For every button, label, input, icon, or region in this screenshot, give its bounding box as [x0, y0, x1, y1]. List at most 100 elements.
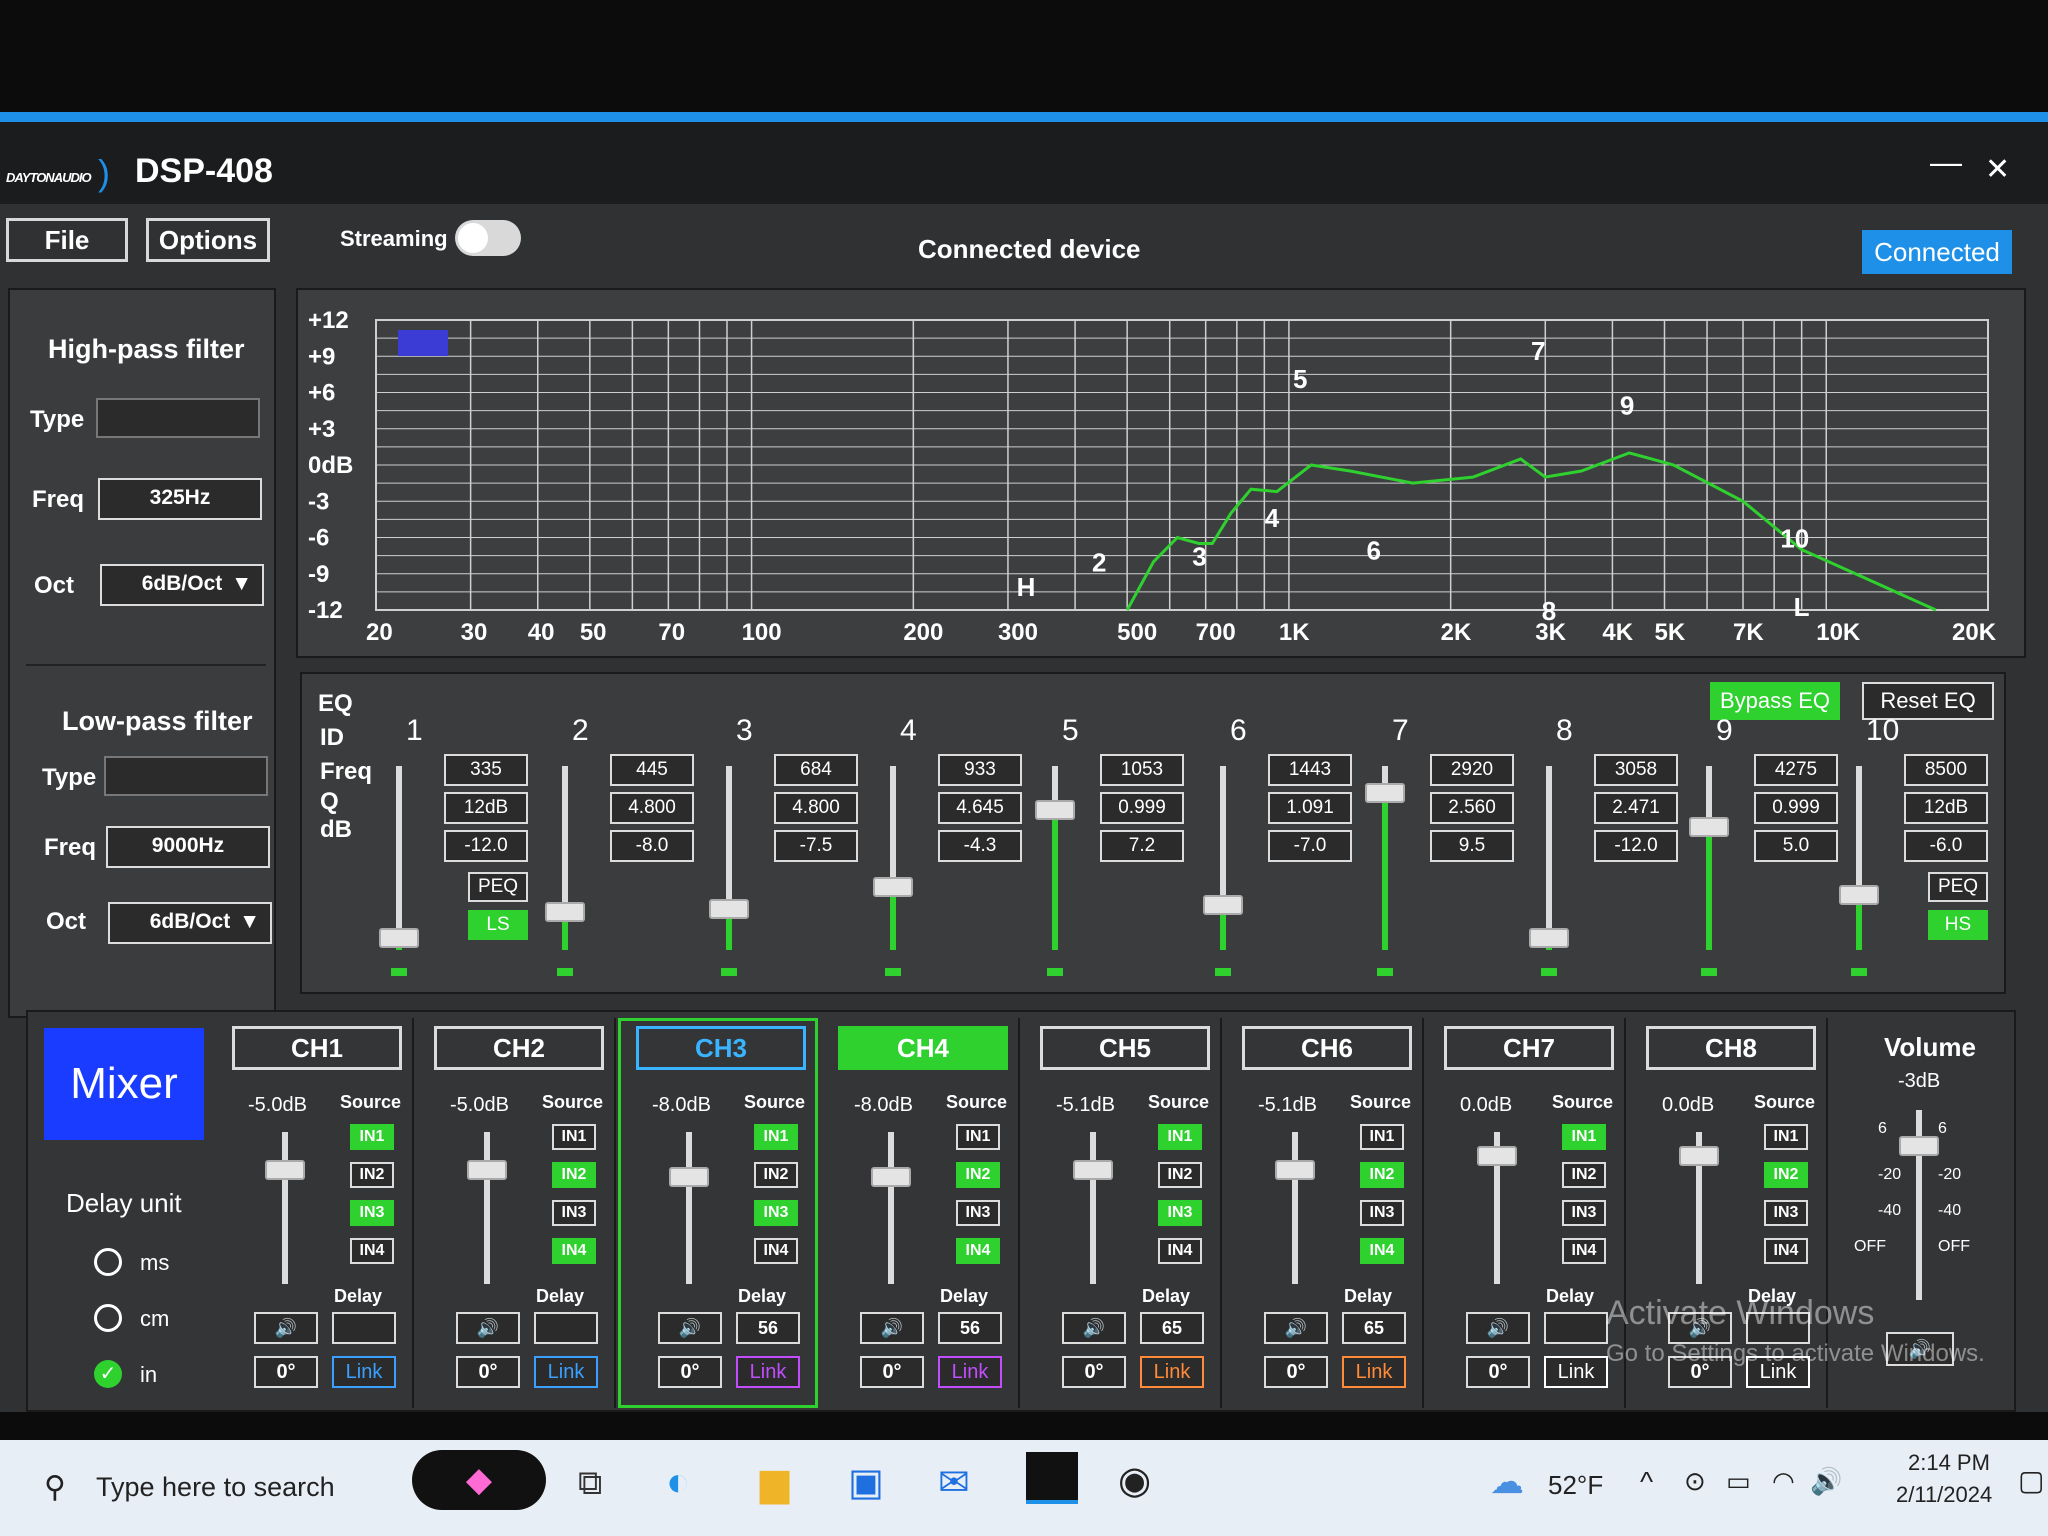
time[interactable]: 2:14 PM [1908, 1450, 1990, 1476]
channel-source-toggle[interactable]: IN1 [1360, 1124, 1404, 1150]
battery-icon[interactable]: ▭ [1726, 1466, 1751, 1497]
channel-link-button[interactable]: Link [938, 1356, 1002, 1388]
channel-phase-button[interactable]: 0° [1264, 1356, 1328, 1388]
lp-marker[interactable]: L [1794, 592, 1810, 622]
eq-band-db[interactable]: -4.3 [938, 830, 1022, 862]
taskbar-search-input[interactable]: Type here to search [96, 1472, 335, 1503]
eq-band-db[interactable]: 7.2 [1100, 830, 1184, 862]
channel-gain-slider[interactable] [669, 1167, 709, 1187]
tray-icon[interactable]: ⊙ [1684, 1466, 1706, 1497]
eq-band-db[interactable]: -12.0 [1594, 830, 1678, 862]
eq-band-freq[interactable]: 8500 [1904, 754, 1988, 786]
channel-phase-button[interactable]: 0° [456, 1356, 520, 1388]
eq-band-q[interactable]: 4.800 [610, 792, 694, 824]
eq-band-slider[interactable] [1839, 885, 1879, 905]
eq-band-freq[interactable]: 684 [774, 754, 858, 786]
channel-delay-field[interactable] [332, 1312, 396, 1344]
channel-mute-button[interactable]: 🔊 [1264, 1312, 1328, 1344]
eq-band-db[interactable]: -6.0 [1904, 830, 1988, 862]
eq-band-slider[interactable] [1529, 927, 1569, 948]
channel-title[interactable]: CH1 [232, 1026, 402, 1070]
eq-band-q[interactable]: 2.560 [1430, 792, 1514, 824]
channel-source-toggle[interactable]: IN1 [956, 1124, 1000, 1150]
eq-band-q[interactable]: 0.999 [1754, 792, 1838, 824]
channel-source-toggle[interactable]: IN4 [754, 1238, 798, 1264]
channel-source-toggle[interactable]: IN2 [1764, 1162, 1808, 1188]
eq-band-slider[interactable] [1689, 817, 1729, 837]
channel-source-toggle[interactable]: IN4 [956, 1238, 1000, 1264]
channel-source-toggle[interactable]: IN2 [1562, 1162, 1606, 1188]
file-explorer-icon[interactable]: ▆ [760, 1460, 789, 1505]
eq-band-q[interactable]: 1.091 [1268, 792, 1352, 824]
channel-title[interactable]: CH5 [1040, 1026, 1210, 1070]
options-menu-button[interactable]: Options [146, 218, 270, 262]
eq-band-freq[interactable]: 2920 [1430, 754, 1514, 786]
link-icon[interactable] [398, 330, 448, 356]
radio-button[interactable] [94, 1304, 122, 1332]
eq-band-type-button[interactable]: LS [468, 910, 528, 940]
channel-source-toggle[interactable]: IN3 [350, 1200, 394, 1226]
eq-band-q[interactable]: 12dB [444, 792, 528, 824]
mail-icon[interactable]: ✉ [938, 1460, 970, 1505]
eq-band-peq-button[interactable]: PEQ [468, 872, 528, 902]
eq-band-q[interactable]: 2.471 [1594, 792, 1678, 824]
channel-source-toggle[interactable]: IN3 [1158, 1200, 1202, 1226]
channel-source-toggle[interactable]: IN4 [552, 1238, 596, 1264]
channel-source-toggle[interactable]: IN1 [1764, 1124, 1808, 1150]
channel-title[interactable]: CH7 [1444, 1026, 1614, 1070]
eq-band-freq[interactable]: 4275 [1754, 754, 1838, 786]
channel-gain-slider[interactable] [265, 1160, 305, 1180]
band-marker[interactable]: 5 [1293, 364, 1307, 394]
hpf-freq-field[interactable]: 325Hz [98, 478, 262, 520]
eq-band-db[interactable]: 9.5 [1430, 830, 1514, 862]
channel-source-toggle[interactable]: IN2 [1360, 1162, 1404, 1188]
wifi-icon[interactable]: ◠ [1772, 1466, 1795, 1497]
eq-band-slider[interactable] [709, 898, 749, 919]
eq-band-db[interactable]: -8.0 [610, 830, 694, 862]
eq-band-slider[interactable] [1365, 783, 1405, 803]
notification-icon[interactable]: ▢ [2018, 1464, 2044, 1497]
channel-link-button[interactable]: Link [1342, 1356, 1406, 1388]
task-view-icon[interactable]: ⧉ [578, 1464, 602, 1503]
lpf-type-field[interactable] [104, 756, 268, 796]
channel-gain-slider[interactable] [467, 1160, 507, 1180]
channel-source-toggle[interactable]: IN4 [350, 1238, 394, 1264]
chevron-up-icon[interactable]: ^ [1640, 1466, 1653, 1498]
channel-gain-slider[interactable] [1275, 1160, 1315, 1180]
channel-phase-button[interactable]: 0° [1062, 1356, 1126, 1388]
eq-band-freq[interactable]: 933 [938, 754, 1022, 786]
channel-mute-button[interactable]: 🔊 [1466, 1312, 1530, 1344]
channel-source-toggle[interactable]: IN1 [1158, 1124, 1202, 1150]
eq-band-db[interactable]: -7.5 [774, 830, 858, 862]
channel-source-toggle[interactable]: IN3 [1562, 1200, 1606, 1226]
band-marker[interactable]: 2 [1092, 548, 1106, 578]
channel-gain-slider[interactable] [1679, 1146, 1719, 1166]
channel-delay-field[interactable]: 56 [938, 1312, 1002, 1344]
channel-phase-button[interactable]: 0° [1466, 1356, 1530, 1388]
channel-gain-slider[interactable] [1073, 1160, 1113, 1180]
eq-band-freq[interactable]: 1443 [1268, 754, 1352, 786]
channel-gain-slider[interactable] [1477, 1146, 1517, 1166]
channel-link-button[interactable]: Link [332, 1356, 396, 1388]
channel-title[interactable]: CH3 [636, 1026, 806, 1070]
eq-band-type-button[interactable]: HS [1928, 910, 1988, 940]
weather-temp[interactable]: 52°F [1548, 1470, 1603, 1501]
band-marker[interactable]: 6 [1366, 536, 1380, 566]
lpf-oct-select[interactable]: 6dB/Oct ▼ [108, 902, 272, 944]
eq-band-q[interactable]: 4.645 [938, 792, 1022, 824]
channel-source-toggle[interactable]: IN2 [350, 1162, 394, 1188]
channel-delay-field[interactable] [534, 1312, 598, 1344]
channel-gain-slider[interactable] [871, 1167, 911, 1187]
channel-source-toggle[interactable]: IN3 [552, 1200, 596, 1226]
channel-source-toggle[interactable]: IN2 [1158, 1162, 1202, 1188]
lpf-freq-field[interactable]: 9000Hz [106, 826, 270, 868]
band-marker[interactable]: 3 [1192, 542, 1206, 572]
eq-band-slider[interactable] [379, 927, 419, 948]
streaming-toggle[interactable] [455, 220, 521, 256]
band-marker[interactable]: 10 [1780, 524, 1809, 554]
eq-band-peq-button[interactable]: PEQ [1928, 872, 1988, 902]
date[interactable]: 2/11/2024 [1896, 1482, 1992, 1508]
channel-mute-button[interactable]: 🔊 [1062, 1312, 1126, 1344]
channel-source-toggle[interactable]: IN3 [1764, 1200, 1808, 1226]
eq-band-freq[interactable]: 1053 [1100, 754, 1184, 786]
